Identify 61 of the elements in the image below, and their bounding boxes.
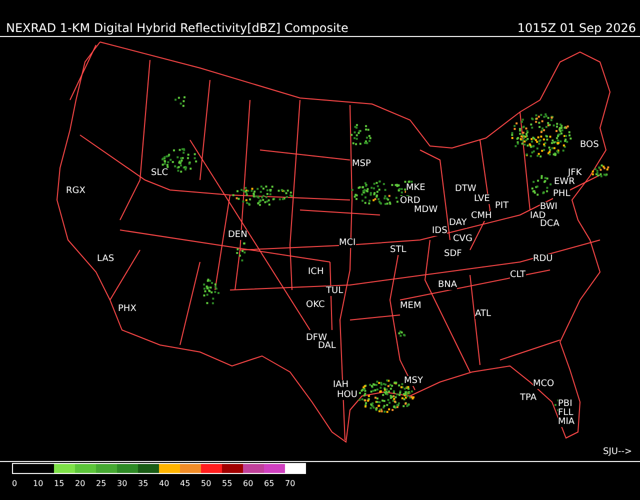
station-label: BNA: [438, 280, 458, 290]
station-label: MIA: [558, 417, 575, 427]
station-label: STL: [390, 245, 406, 255]
station-label: MEM: [400, 301, 422, 311]
legend-label: 40: [159, 479, 170, 489]
timestamp: 1015Z 01 Sep 2026: [517, 21, 636, 36]
station-label: DTW: [455, 184, 476, 194]
station-label: JFK: [568, 168, 582, 178]
station-label: SDF: [444, 249, 462, 259]
legend-label: 10: [33, 479, 44, 489]
legend-label: 60: [243, 479, 254, 489]
station-label: CLT: [510, 270, 526, 280]
station-label: PBI: [558, 399, 572, 409]
station-label: ATL: [475, 309, 491, 319]
station-label: FLL: [558, 408, 574, 418]
offmap-link[interactable]: SJU-->: [603, 447, 632, 457]
legend-label: 30: [117, 479, 128, 489]
station-label: LAS: [97, 254, 114, 264]
station-label: PHL: [553, 189, 570, 199]
station-label: MDW: [414, 205, 438, 215]
station-label: ICH: [308, 267, 324, 277]
station-label: DEN: [228, 230, 248, 240]
station-label: MCI: [339, 238, 356, 248]
legend-label: 70: [285, 479, 296, 489]
station-label: SLC: [151, 168, 168, 178]
station-label: RDU: [533, 254, 553, 264]
station-label: MSP: [352, 159, 371, 169]
station-label: PHX: [118, 304, 136, 314]
legend-label: 25: [96, 479, 108, 489]
legend-label: 65: [264, 479, 276, 489]
legend-label: 0: [12, 479, 18, 489]
legend-label: 35: [138, 479, 150, 489]
station-label: ORD: [400, 196, 420, 206]
legend-label: 20: [75, 479, 86, 489]
station-label: EWR: [554, 177, 575, 187]
legend-label: 45: [180, 479, 192, 489]
station-label: RGX: [66, 186, 86, 196]
product-title: NEXRAD 1-KM Digital Hybrid Reflectivity[dBZ] Composite: [6, 21, 348, 36]
station-label: TPA: [520, 393, 537, 403]
station-label: BOS: [580, 140, 599, 150]
station-label: DAY: [449, 218, 467, 228]
station-label: IDS: [432, 226, 448, 236]
station-label: LVE: [474, 194, 490, 204]
station-label: DFW: [306, 333, 328, 343]
station-label: IAH: [333, 380, 349, 390]
legend-label: 50: [201, 479, 212, 489]
station-label: DCA: [540, 219, 560, 229]
station-label: MKE: [406, 183, 426, 193]
legend-label: 55: [222, 479, 234, 489]
station-label: MSY: [404, 376, 423, 386]
station-label: PIT: [495, 201, 509, 211]
station-label: HOU: [337, 390, 358, 400]
station-label: CMH: [471, 211, 492, 221]
station-label: IAD: [530, 211, 546, 221]
station-label: CVG: [453, 234, 472, 244]
station-label: BWI: [540, 202, 558, 212]
station-label: DAL: [318, 341, 336, 351]
station-label: MCO: [533, 379, 554, 389]
station-label: TUL: [326, 286, 344, 296]
station-label: OKC: [306, 300, 325, 310]
legend-label: 15: [54, 479, 66, 489]
